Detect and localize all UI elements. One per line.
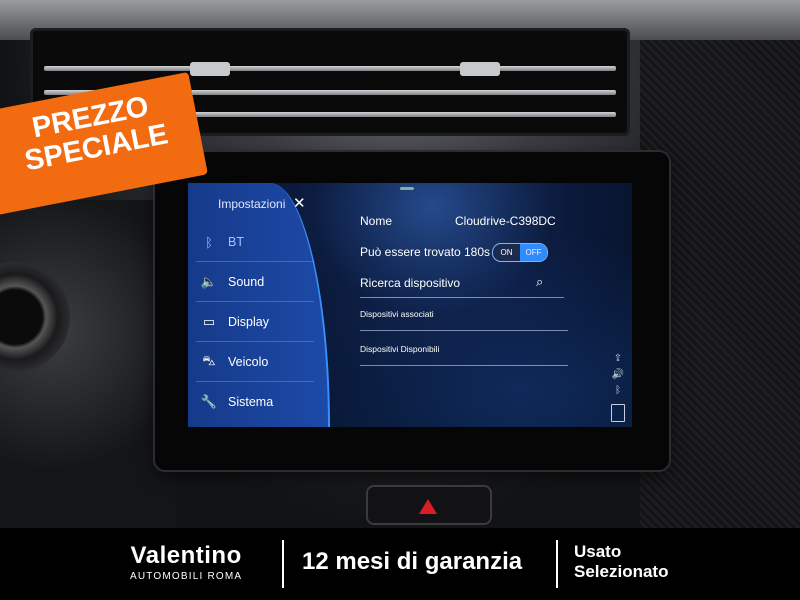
toggle-on-label[interactable]: ON [493, 244, 520, 261]
infotainment-screen: Impostazioni ✕ ᛒ BT 🔈 Sound ▭ Display ⛍ … [188, 183, 632, 427]
warranty-text: 12 mesi di garanzia [302, 548, 523, 575]
vent-knob [190, 62, 230, 76]
divider [360, 297, 564, 298]
menu-item-label: Sistema [228, 395, 274, 409]
menu-item-sistema[interactable]: 🔧 Sistema [196, 383, 314, 421]
panel-title: Impostazioni [218, 197, 286, 211]
hazard-button[interactable] [366, 485, 492, 525]
settings-menu-panel: Impostazioni ✕ ᛒ BT 🔈 Sound ▭ Display ⛍ … [188, 183, 330, 427]
menu-item-bt[interactable]: ᛒ BT [196, 223, 314, 262]
bluetooth-icon: ᛒ [205, 234, 213, 250]
footer-divider [556, 540, 558, 588]
car-icon: ⛍ [202, 353, 216, 368]
status-bar: ⇪ 🔊 ᛒ [608, 353, 628, 422]
toggle-off-label[interactable]: OFF [520, 244, 547, 261]
menu-item-label: Veicolo [228, 355, 269, 369]
dealer-footer: Valentino AUTOMOBILI ROMA 12 mesi di gar… [0, 528, 800, 600]
speaker-icon: 🔈 [200, 274, 218, 289]
discoverable-time: 180s [464, 245, 491, 259]
used-selected-label: Usato Selezionato [574, 542, 668, 583]
name-label: Nome [360, 214, 393, 228]
menu-item-veicolo[interactable]: ⛍ Veicolo [196, 343, 314, 382]
battery-icon [608, 404, 628, 422]
used-line2: Selezionato [574, 562, 669, 582]
divider [360, 365, 568, 366]
discoverable-toggle[interactable]: ON OFF [492, 243, 548, 262]
search-icon[interactable]: ⌕ [536, 274, 543, 290]
menu-item-label: Display [228, 315, 269, 329]
wrench-icon: 🔧 [200, 394, 218, 409]
menu-item-sound[interactable]: 🔈 Sound [196, 263, 314, 302]
footer-divider [282, 540, 284, 588]
discoverable-label: Può essere trovato [360, 245, 461, 259]
vent-slat [44, 66, 616, 71]
brand-name: Valentino [130, 542, 242, 569]
menu-item-display[interactable]: ▭ Display [196, 303, 314, 342]
paired-devices-label[interactable]: Dispositivi associati [360, 309, 434, 319]
available-devices-label[interactable]: Dispositivi Disponibili [360, 344, 439, 354]
bluetooth-icon: ᛒ [615, 385, 621, 396]
menu-item-label: Sound [228, 275, 265, 289]
pull-down-handle[interactable] [400, 187, 414, 190]
usb-icon: ⇪ [613, 353, 623, 364]
divider [360, 330, 568, 331]
dashboard-background: Impostazioni ✕ ᛒ BT 🔈 Sound ▭ Display ⛍ … [0, 0, 800, 530]
monitor-icon: ▭ [202, 314, 216, 329]
close-icon[interactable]: ✕ [293, 194, 306, 212]
search-device-label: Ricerca dispositivo [360, 276, 461, 290]
vent-knob [460, 62, 500, 76]
brand-subtitle: AUTOMOBILI ROMA [130, 571, 243, 582]
search-device-row[interactable]: Ricerca dispositivo [360, 276, 560, 298]
volume-icon: 🔊 [611, 369, 625, 380]
menu-item-label: BT [228, 235, 244, 249]
hazard-icon [419, 499, 437, 514]
dealer-brand: Valentino AUTOMOBILI ROMA [130, 542, 242, 582]
device-name-value: Cloudrive-C398DC [455, 214, 556, 228]
used-line1: Usato [574, 542, 622, 561]
